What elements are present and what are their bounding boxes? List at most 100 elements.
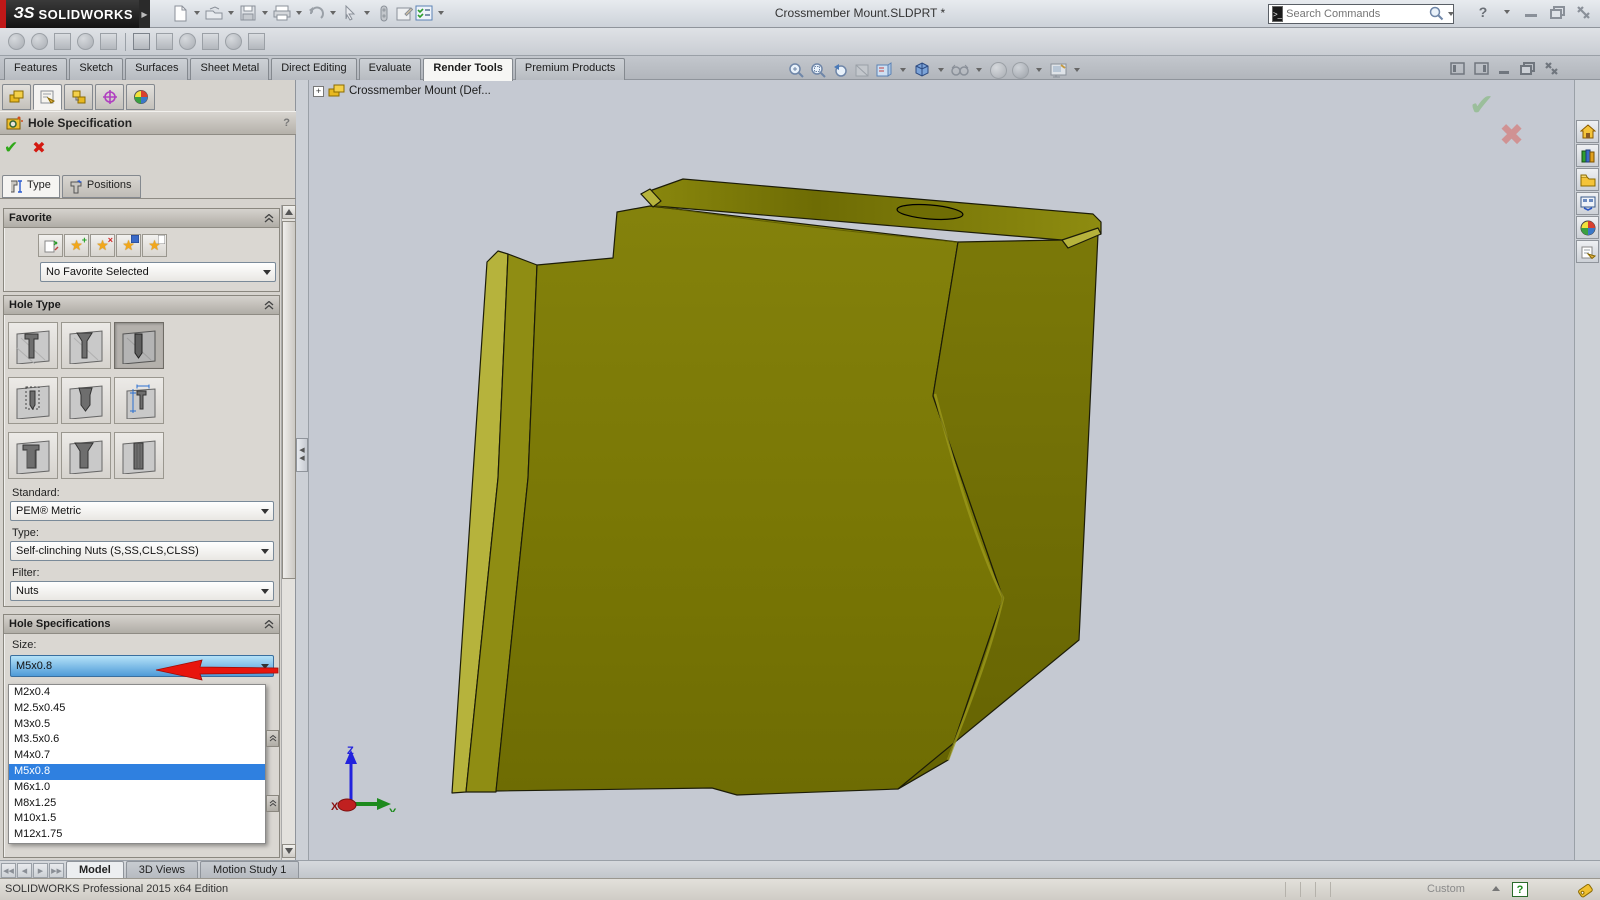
options-caret-icon[interactable] (438, 11, 444, 15)
tab-sketch[interactable]: Sketch (69, 58, 123, 80)
rebuild-icon[interactable] (374, 3, 394, 23)
last-tab-button[interactable]: ▶▶ (49, 863, 64, 878)
tab-premium-products[interactable]: Premium Products (515, 58, 625, 80)
view-settings-icon[interactable] (1048, 60, 1068, 80)
size-option[interactable]: M2.5x0.45 (9, 701, 265, 717)
pane-right-icon[interactable] (1474, 62, 1489, 78)
first-tab-button[interactable]: ◀◀ (1, 863, 16, 878)
dropdown-caret-icon[interactable] (258, 544, 271, 558)
recall-last-render-icon[interactable] (248, 33, 265, 50)
size-option[interactable]: M12x1.75 (9, 827, 265, 843)
status-help-icon[interactable]: ? (1512, 882, 1528, 897)
crossmember-mount-part[interactable] (309, 80, 1574, 860)
open-caret-icon[interactable] (228, 11, 234, 15)
view-palette-icon[interactable] (1576, 192, 1599, 215)
select-caret-icon[interactable] (364, 11, 370, 15)
legacy-hole-button[interactable] (114, 377, 164, 424)
tab-evaluate[interactable]: Evaluate (359, 58, 422, 80)
display-manager-tab[interactable] (126, 84, 155, 110)
scroll-up-button[interactable] (282, 205, 296, 219)
cancel-button[interactable]: ✖ (32, 138, 45, 158)
size-option[interactable]: M10x1.5 (9, 811, 265, 827)
options-checklist-icon[interactable] (414, 3, 434, 23)
dimxpert-manager-tab[interactable] (95, 84, 124, 110)
tab-model[interactable]: Model (66, 861, 124, 878)
collapse-chevron-icon[interactable] (264, 301, 274, 310)
collapse-chevron-icon[interactable] (264, 620, 274, 629)
filter-dropdown[interactable]: Nuts (10, 581, 274, 601)
search-scope-icon[interactable]: >_ (1272, 6, 1283, 22)
scroll-down-button[interactable] (282, 844, 296, 858)
tapered-tap-button[interactable] (61, 377, 111, 424)
pane-left-icon[interactable] (1450, 62, 1465, 78)
undo-icon[interactable] (306, 3, 326, 23)
search-magnifier-icon[interactable] (1428, 5, 1444, 24)
size-option[interactable]: M8x1.25 (9, 796, 265, 812)
tab-positions[interactable]: Positions (62, 175, 141, 198)
help-icon[interactable]: ? (1474, 5, 1492, 19)
file-properties-icon[interactable] (394, 3, 414, 23)
edit-scene-icon[interactable] (77, 33, 94, 50)
tab-render-tools[interactable]: Render Tools (423, 58, 512, 81)
unit-caret-icon[interactable] (1492, 886, 1500, 891)
previous-tab-button[interactable]: ◀ (17, 863, 32, 878)
restore-icon[interactable] (1548, 5, 1566, 19)
zoom-fit-icon[interactable] (786, 60, 806, 80)
unit-system-selector[interactable]: Custom (1427, 883, 1465, 895)
print-icon[interactable] (272, 3, 292, 23)
select-cursor-icon[interactable] (340, 3, 360, 23)
add-favorite-button[interactable]: ★+ (64, 234, 89, 257)
size-option-selected[interactable]: M5x0.8 (9, 764, 265, 780)
scrollbar-thumb[interactable] (282, 221, 296, 579)
render-options-icon[interactable] (202, 33, 219, 50)
logo-flyout-arrow-icon[interactable]: ▶ (139, 0, 150, 28)
open-document-icon[interactable] (204, 3, 224, 23)
ok-button[interactable]: ✔ (4, 138, 18, 158)
minimize-icon[interactable] (1522, 5, 1540, 19)
edit-appearance-viewport-icon[interactable] (988, 60, 1008, 80)
type-dropdown[interactable]: Self-clinching Nuts (S,SS,CLS,CLSS) (10, 541, 274, 561)
edit-decal-icon[interactable] (54, 33, 71, 50)
pm-help-icon[interactable]: ? (283, 117, 290, 129)
view-orientation-caret-icon[interactable] (900, 68, 906, 72)
help-caret-icon[interactable] (1504, 10, 1510, 14)
confirmation-check-icon[interactable]: ✔ (1469, 88, 1494, 123)
tab-sheet-metal[interactable]: Sheet Metal (190, 58, 269, 80)
feature-tree-label[interactable]: Crossmember Mount (Def... (349, 85, 491, 97)
counterbore-slot-button[interactable] (8, 432, 58, 479)
favorite-group-header[interactable]: Favorite (4, 209, 279, 228)
final-render-icon[interactable] (179, 33, 196, 50)
tab-surfaces[interactable]: Surfaces (125, 58, 188, 80)
new-document-icon[interactable] (170, 3, 190, 23)
print-caret-icon[interactable] (296, 11, 302, 15)
search-commands-box[interactable]: >_ (1268, 4, 1454, 24)
save-icon[interactable] (238, 3, 258, 23)
schedule-render-icon[interactable] (225, 33, 242, 50)
standard-dropdown[interactable]: PEM® Metric (10, 501, 274, 521)
hole-type-group-header[interactable]: Hole Type (4, 296, 279, 315)
view-orientation-icon[interactable] (874, 60, 894, 80)
tab-direct-editing[interactable]: Direct Editing (271, 58, 356, 80)
hide-show-caret-icon[interactable] (976, 68, 982, 72)
dropdown-caret-icon[interactable] (258, 504, 271, 518)
panel-splitter[interactable]: ◀◀ (296, 80, 309, 860)
confirmation-cancel-icon[interactable]: ✖ (1499, 118, 1524, 153)
tab-motion-study[interactable]: Motion Study 1 (200, 861, 299, 878)
appearances-scenes-icon[interactable] (1576, 216, 1599, 239)
display-style-caret-icon[interactable] (938, 68, 944, 72)
size-option[interactable]: M2x0.4 (9, 685, 265, 701)
property-manager-tab[interactable] (33, 84, 62, 110)
search-caret-icon[interactable] (1448, 12, 1454, 16)
scene-library-icon[interactable] (100, 33, 117, 50)
file-explorer-icon[interactable] (1576, 168, 1599, 191)
doc-close-icon[interactable] (1544, 62, 1559, 78)
favorite-dropdown[interactable]: No Favorite Selected (40, 262, 276, 282)
close-icon[interactable] (1574, 5, 1592, 19)
tab-features[interactable]: Features (4, 58, 67, 80)
hole-specifications-group-header[interactable]: Hole Specifications (4, 615, 279, 634)
counterbore-button[interactable] (8, 322, 58, 369)
dropdown-caret-icon[interactable] (258, 584, 271, 598)
section-view-icon[interactable] (852, 60, 872, 80)
countersink-slot-button[interactable] (61, 432, 111, 479)
home-resources-icon[interactable] (1576, 120, 1599, 143)
